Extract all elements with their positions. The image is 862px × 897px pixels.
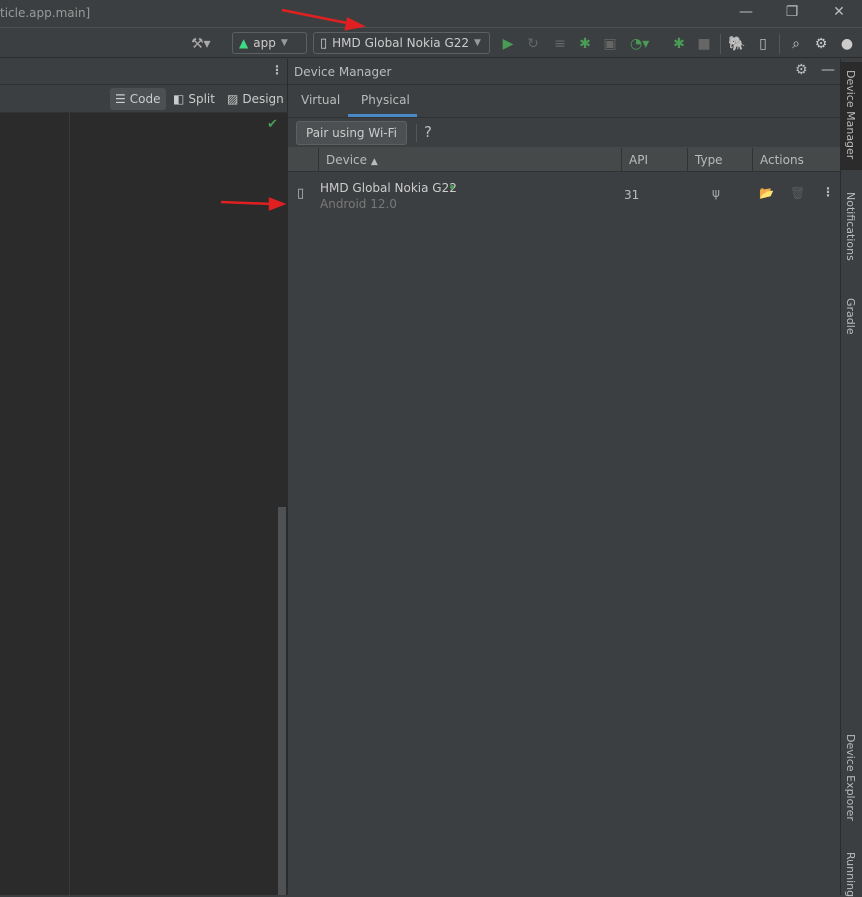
divider (288, 117, 840, 118)
divider (720, 34, 721, 54)
device-name: HMD Global Nokia G22 (320, 181, 457, 195)
column-device[interactable]: Device ▲ (318, 148, 378, 172)
build-hammer-icon[interactable]: ⚒▾ (191, 35, 211, 53)
chevron-down-icon: ▼ (474, 38, 481, 48)
help-button[interactable]: ? (424, 123, 432, 141)
sort-asc-icon: ▲ (370, 157, 378, 167)
more-options-icon[interactable]: ⋮ (822, 185, 834, 199)
split-icon: ◧ (173, 92, 185, 106)
column-api[interactable]: API (621, 148, 648, 172)
editor-panel (0, 59, 287, 895)
profile-icon[interactable]: ◔▾ (630, 35, 649, 53)
attach-debug-icon[interactable]: ✱ (670, 35, 688, 53)
gradle-sync-icon[interactable]: 🐘 (728, 35, 746, 53)
image-icon: ▨ (227, 92, 239, 106)
label: Design (242, 92, 284, 106)
design-mode-button[interactable]: ▨ Design (222, 88, 289, 110)
usb-icon: ψ (712, 186, 720, 200)
run-config-label: app (253, 36, 276, 50)
debug-icon[interactable]: ✱ (576, 35, 594, 53)
close-button[interactable]: ✕ (829, 4, 849, 24)
gutter-divider (69, 113, 70, 895)
phone-icon: ▯ (297, 186, 305, 201)
gear-icon[interactable]: ⚙ (795, 62, 808, 78)
chevron-down-icon: ▼ (280, 38, 288, 48)
column-actions[interactable]: Actions (752, 148, 804, 172)
tool-running[interactable]: Running (844, 852, 857, 897)
device-os: Android 12.0 (320, 197, 397, 211)
run-icon[interactable]: ▶ (499, 35, 517, 53)
label: Device (326, 153, 368, 167)
label: Code (129, 92, 161, 106)
window-title: ticle.app.main] (0, 6, 91, 20)
tool-notifications[interactable]: Notifications (844, 192, 857, 261)
gear-icon[interactable]: ⚙ (812, 35, 830, 53)
divider (416, 124, 417, 142)
restore-button[interactable]: ❐ (782, 4, 802, 24)
apply-code-changes-icon[interactable]: ≡ (551, 35, 569, 53)
divider (779, 34, 780, 54)
split-mode-button[interactable]: ◧ Split (168, 88, 220, 110)
run-config-dropdown[interactable]: ▲ app ▼ (232, 32, 307, 54)
folder-open-icon[interactable]: 📂 (759, 186, 774, 200)
device-manager-icon[interactable]: ▯ (754, 35, 772, 53)
title-bar (0, 0, 862, 28)
code-mode-button[interactable]: ☰ Code (110, 88, 166, 110)
attach-debugger-icon[interactable]: ▣ (601, 35, 619, 53)
check-icon: ✔ (267, 117, 278, 132)
android-icon: ▲ (239, 36, 249, 50)
tool-device-manager[interactable]: Device Manager (844, 70, 857, 159)
tab-virtual[interactable]: Virtual (301, 93, 340, 107)
search-icon[interactable]: ⌕ (787, 35, 805, 53)
more-options-icon[interactable]: ⋮ (271, 63, 283, 77)
column-type[interactable]: Type (687, 148, 723, 172)
trash-icon[interactable]: 🗑 (790, 186, 805, 200)
stop-icon[interactable]: ■ (695, 35, 713, 53)
phone-icon: ▯ (320, 35, 328, 51)
device-dropdown[interactable]: ▯ HMD Global Nokia G22 ▼ (313, 32, 490, 54)
code-icon: ☰ (115, 92, 126, 106)
hide-icon[interactable]: — (821, 62, 835, 78)
account-icon[interactable]: ● (838, 35, 856, 53)
device-label: HMD Global Nokia G22 (332, 36, 470, 50)
apply-changes-icon[interactable]: ↻ (524, 35, 542, 53)
online-status-dot (450, 185, 454, 189)
editor-header (0, 59, 287, 85)
pair-wifi-button[interactable]: Pair using Wi-Fi (296, 121, 407, 145)
minimize-button[interactable]: — (736, 4, 756, 24)
device-api: 31 (624, 188, 640, 202)
tool-device-explorer[interactable]: Device Explorer (844, 734, 857, 821)
tool-gradle[interactable]: Gradle (844, 298, 857, 335)
scrollbar[interactable] (278, 507, 286, 895)
device-manager-title: Device Manager (294, 65, 392, 79)
tab-physical[interactable]: Physical (361, 93, 410, 107)
table-row[interactable]: ▯ HMD Global Nokia G22 Android 12.0 31 ψ… (288, 172, 840, 218)
label: Split (188, 92, 215, 106)
